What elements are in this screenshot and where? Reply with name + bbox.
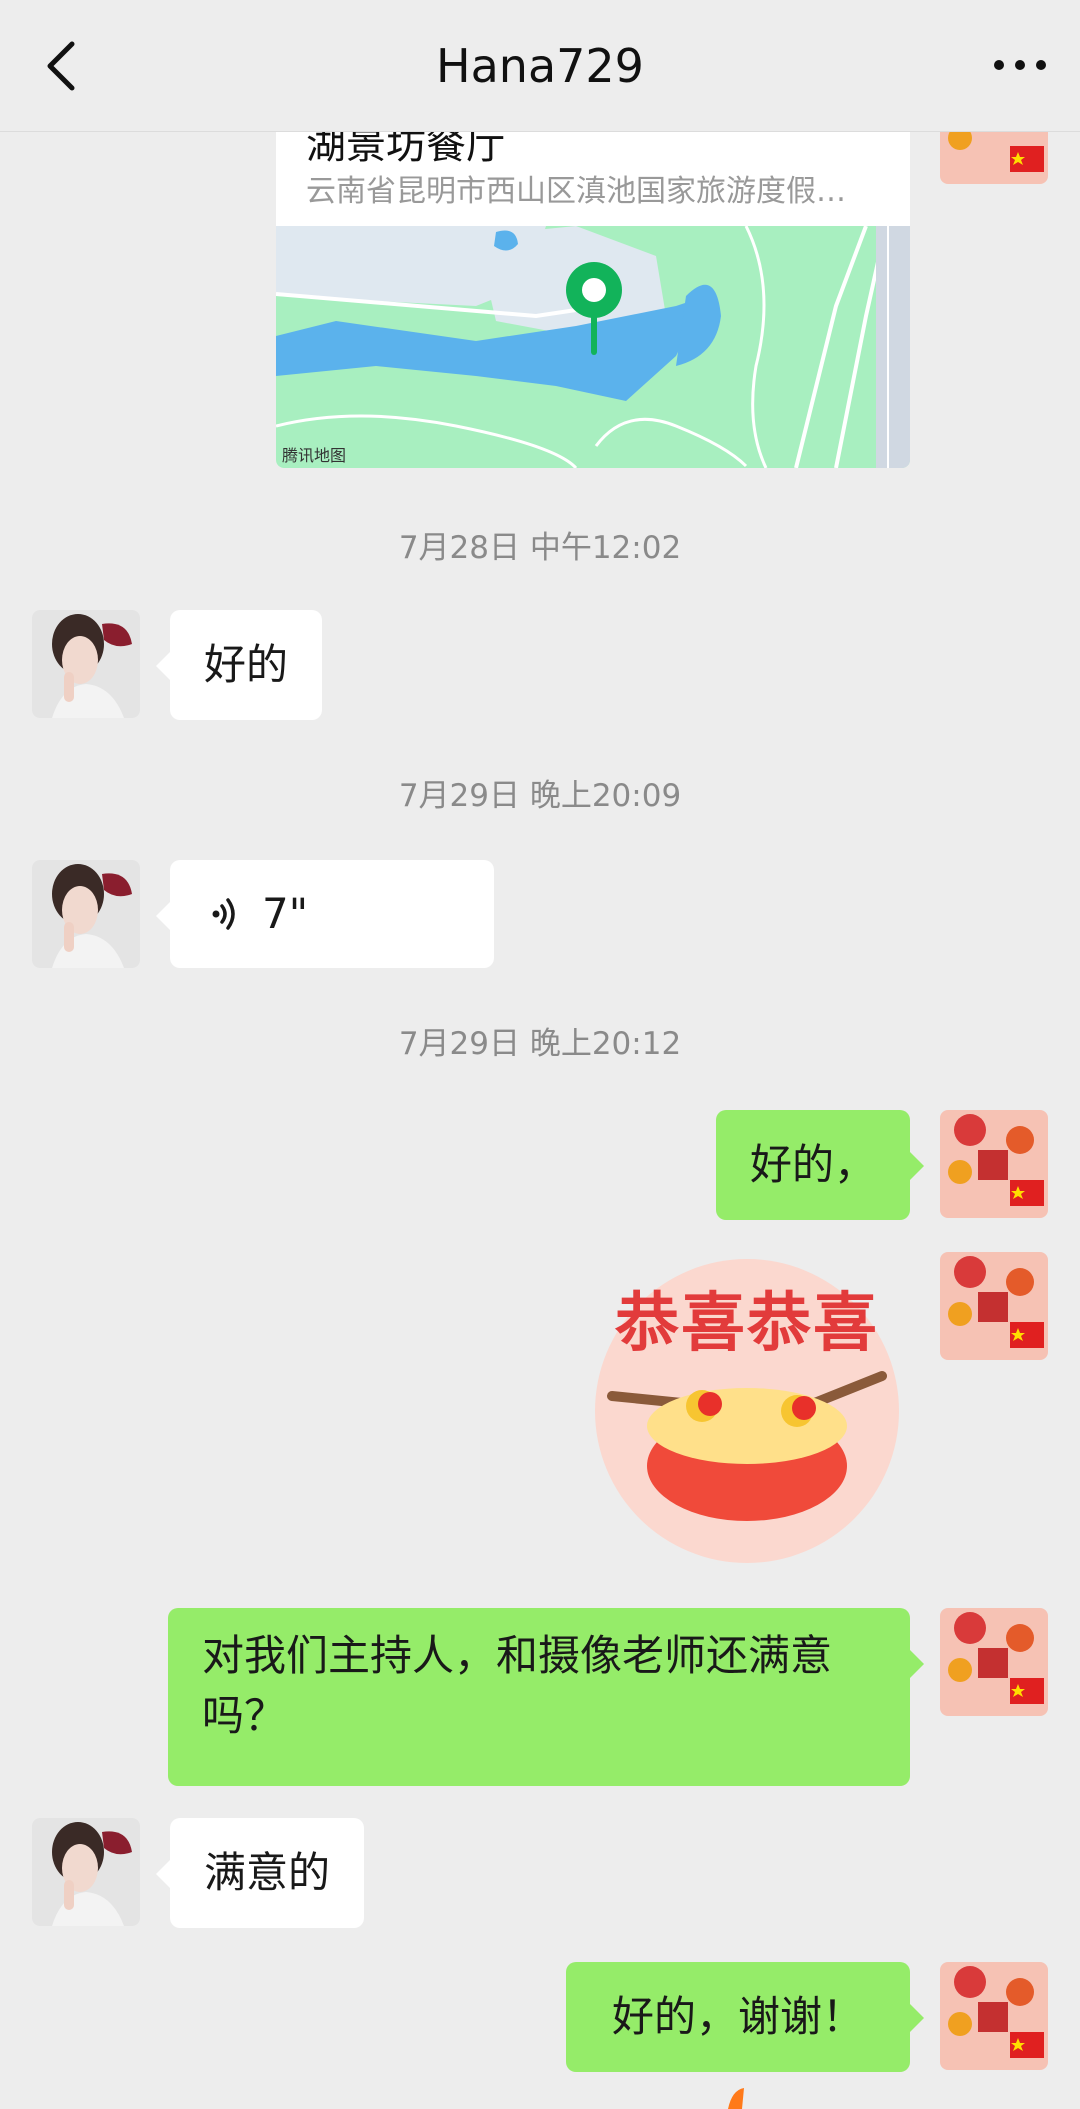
location-card[interactable]: 湖景坊餐厅 云南省昆明市西山区滇池国家旅游度假… 腾讯地图 <box>276 100 910 468</box>
message-bubble[interactable]: 满意的 <box>155 1818 365 1928</box>
more-icon[interactable] <box>990 50 1050 80</box>
chat-title: Hana729 <box>436 39 644 93</box>
message-bubble[interactable]: 好的， <box>715 1110 925 1220</box>
voice-duration: 7" <box>262 889 309 938</box>
my-avatar[interactable] <box>940 1608 1048 1716</box>
location-address: 云南省昆明市西山区滇池国家旅游度假… <box>306 174 846 209</box>
message-text: 满意的 <box>204 1848 331 1897</box>
map-brand: 腾讯地图 <box>282 446 347 465</box>
contact-avatar[interactable] <box>32 610 140 718</box>
contact-avatar[interactable] <box>32 1818 140 1926</box>
contact-avatar[interactable] <box>32 860 140 968</box>
message-text: 好的，谢谢！ <box>611 1992 864 2041</box>
message-text: 好的， <box>749 1140 876 1189</box>
my-avatar[interactable] <box>940 1962 1048 2070</box>
message-bubble[interactable]: 对我们主持人，和摄像老师还满意吗？ <box>168 1608 924 1786</box>
partial-sticker-icon <box>724 2088 746 2109</box>
my-avatar[interactable] <box>940 1110 1048 1218</box>
message-bubble[interactable]: 好的，谢谢！ <box>565 1962 925 2072</box>
timestamp: 7月29日 晚上20:12 <box>398 1026 682 1062</box>
sticker-text: 恭喜恭喜 <box>615 1287 879 1361</box>
map-pin-icon <box>564 260 624 356</box>
my-avatar[interactable] <box>940 1252 1048 1360</box>
timestamp: 7月29日 晚上20:09 <box>398 778 682 814</box>
location-map: 腾讯地图 <box>276 225 910 468</box>
top-bar: Hana729 <box>0 0 1080 132</box>
timestamp: 7月28日 中午12:02 <box>398 530 682 566</box>
message-text: 好的 <box>204 640 289 689</box>
voice-message-bubble[interactable]: 7" <box>156 860 494 968</box>
message-text: 对我们主持人，和摄像老师还满意吗？ <box>202 1631 833 1740</box>
voice-wave-icon <box>204 892 248 936</box>
message-bubble[interactable]: 好的 <box>155 610 323 720</box>
congratulation-sticker[interactable]: 恭喜恭喜 <box>592 1256 902 1566</box>
